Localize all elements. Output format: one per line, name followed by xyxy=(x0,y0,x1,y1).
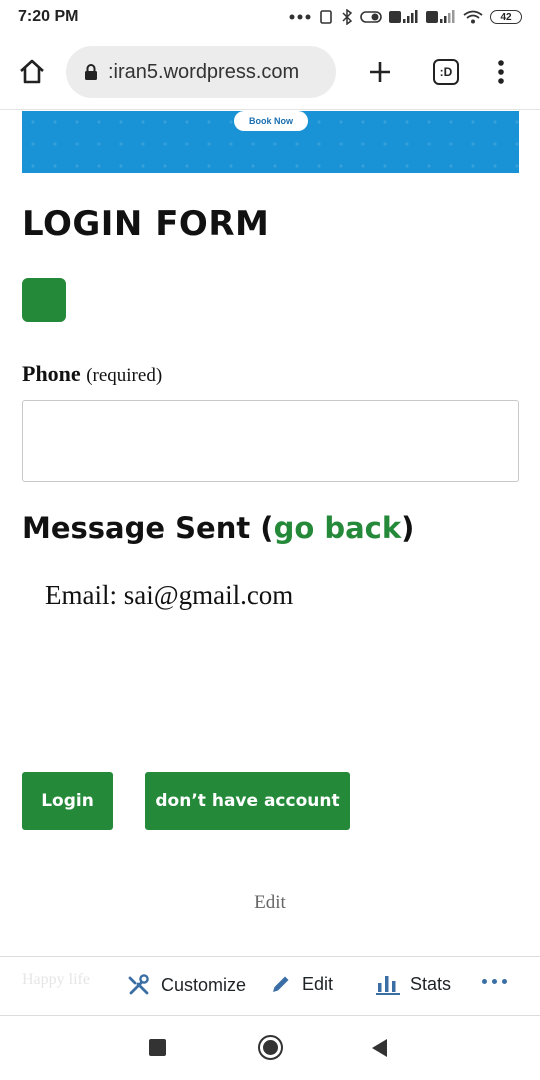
toggle-icon xyxy=(360,11,382,23)
lock-icon xyxy=(84,63,98,81)
tabs-icon: :D xyxy=(433,59,459,85)
login-button[interactable]: Login xyxy=(22,772,113,830)
bluetooth-icon xyxy=(342,9,353,25)
system-nav-bar xyxy=(0,1017,540,1080)
status-time: 7:20 PM xyxy=(18,8,79,25)
phone-label: Phone (required) xyxy=(22,361,162,387)
edit-label: Edit xyxy=(302,973,334,994)
overflow-menu-button[interactable] xyxy=(481,52,521,92)
home-button[interactable] xyxy=(12,52,52,92)
required-indicator: (required) xyxy=(86,365,163,386)
message-sent-close: ) xyxy=(401,511,415,545)
stats-label: Stats xyxy=(410,973,452,994)
screen-icon xyxy=(320,10,332,24)
battery-indicator: 42 xyxy=(490,10,522,24)
address-bar[interactable]: :iran5.wordpress.com xyxy=(66,46,336,98)
green-block xyxy=(22,278,66,322)
more-icon[interactable] xyxy=(482,979,507,984)
promo-banner: Book Now xyxy=(22,111,519,173)
book-now-button[interactable]: Book Now xyxy=(234,111,308,131)
home-nav-button[interactable] xyxy=(258,1035,283,1060)
bar-chart-icon xyxy=(376,976,400,995)
email-line: Email: sai@gmail.com xyxy=(45,580,294,610)
customize-button[interactable]: Customize xyxy=(127,973,246,997)
home-circle-icon xyxy=(263,1040,278,1055)
phone-input[interactable] xyxy=(22,400,519,482)
recents-button[interactable] xyxy=(149,1039,166,1056)
signal-icon-1 xyxy=(389,10,418,23)
ghost-text: Happy life xyxy=(22,971,90,988)
message-sent-text: Message Sent ( xyxy=(22,511,274,545)
message-sent-heading: Message Sent (go back) xyxy=(22,511,414,545)
admin-bar: Happy life Customize Edit Stats xyxy=(0,956,540,1016)
edit-button[interactable]: Edit xyxy=(270,973,333,995)
overflow-menu-icon xyxy=(498,60,504,84)
no-account-button[interactable]: don’t have account xyxy=(145,772,350,830)
url-text: :iran5.wordpress.com xyxy=(108,60,300,83)
edit-link[interactable]: Edit xyxy=(0,892,540,914)
wrench-icon xyxy=(128,974,149,995)
signal-icon-2 xyxy=(426,10,455,23)
back-triangle-icon[interactable] xyxy=(371,1038,389,1058)
go-back-link[interactable]: go back xyxy=(274,511,402,545)
tabs-button[interactable]: :D xyxy=(426,52,466,92)
plus-icon xyxy=(370,62,390,82)
notification-dots-icon xyxy=(289,14,311,20)
page-title: LOGIN FORM xyxy=(22,204,270,244)
wifi-icon xyxy=(463,10,483,24)
status-icons: 42 xyxy=(289,9,522,25)
stats-button[interactable]: Stats xyxy=(376,973,451,995)
phone-label-text: Phone xyxy=(22,361,81,386)
status-bar: 7:20 PM 42 xyxy=(0,0,540,34)
home-icon xyxy=(20,59,44,84)
new-tab-button[interactable] xyxy=(360,52,400,92)
pencil-icon xyxy=(273,976,289,992)
customize-label: Customize xyxy=(161,974,247,995)
browser-toolbar: :iran5.wordpress.com :D xyxy=(0,34,540,110)
